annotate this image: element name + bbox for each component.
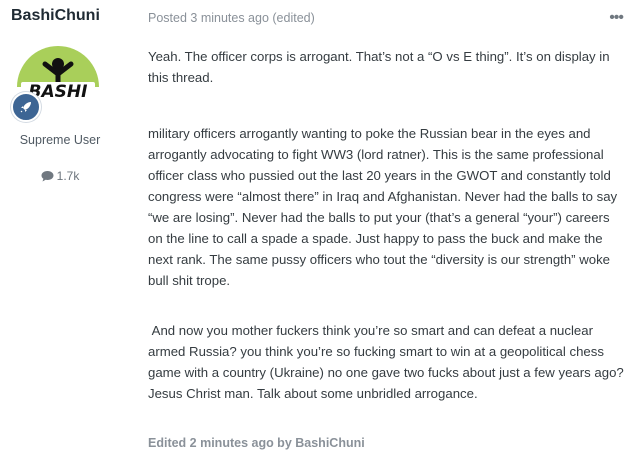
author-panel: BashiChuni BASHI Supreme User 1.7k [0,0,130,466]
rocket-icon [20,102,31,113]
post-paragraph: Yeah. The officer corps is arrogant. Tha… [148,49,610,85]
post-meta[interactable]: Posted 3 minutes ago (edited) [148,11,315,25]
post-paragraph: military officers arrogantly wanting to … [148,126,618,288]
forum-post: BashiChuni BASHI Supreme User 1.7k Poste… [0,0,640,466]
comment-icon [41,170,54,185]
post-count[interactable]: 1.7k [0,169,120,185]
post-count-value: 1.7k [56,169,80,183]
author-username[interactable]: BashiChuni [11,7,100,25]
edited-note: Edited 2 minutes ago by BashiChuni [148,436,365,450]
post-paragraph: And now you mother fuckers think you’re … [148,323,628,401]
rank-badge[interactable] [11,92,41,122]
user-title: Supreme User [19,133,101,147]
more-options-icon[interactable]: ••• [609,9,624,27]
post-content: Posted 3 minutes ago (edited) ••• Yeah. … [130,0,640,466]
